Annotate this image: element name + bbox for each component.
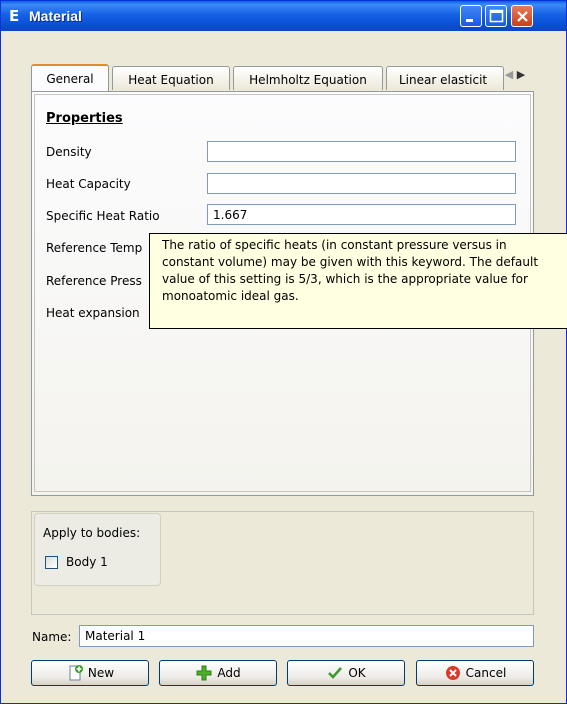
tab-helmholtz-equation-label: Helmholtz Equation — [249, 73, 367, 87]
tab-heat-equation-label: Heat Equation — [128, 73, 214, 87]
apply-to-bodies-label: Apply to bodies: — [43, 526, 141, 540]
tab-linear-elasticity[interactable]: Linear elasticit — [386, 66, 504, 90]
minimize-icon — [466, 19, 473, 22]
specific-heat-ratio-field[interactable]: 1.667 — [207, 204, 516, 225]
material-window: E Material General Heat Equation Helmhol… — [0, 0, 567, 704]
name-label: Name: — [32, 630, 72, 644]
minimize-button[interactable] — [460, 5, 482, 27]
tooltip-line: The ratio of specific heats (in constant… — [162, 238, 507, 252]
tab-heat-equation[interactable]: Heat Equation — [112, 66, 230, 90]
title-bar[interactable]: E Material — [1, 1, 566, 31]
add-button[interactable]: Add — [159, 660, 277, 686]
maximize-icon — [489, 9, 504, 23]
tooltip-line: constant volume) may be given with this … — [162, 255, 539, 269]
heat-capacity-field[interactable] — [207, 173, 516, 194]
cancel-button[interactable]: Cancel — [416, 660, 534, 686]
new-button-label: New — [87, 666, 115, 680]
specific-heat-ratio-label: Specific Heat Ratio — [46, 209, 160, 223]
apply-to-bodies-box — [34, 513, 161, 586]
tab-general-label: General — [46, 72, 94, 86]
reference-temperature-label: Reference Temp — [46, 241, 143, 255]
new-document-icon — [69, 665, 83, 681]
tab-scroll-buttons: ◀ ▶ — [503, 68, 529, 86]
new-button[interactable]: New — [31, 660, 149, 686]
body-1-checkbox[interactable] — [45, 556, 58, 569]
reference-pressure-label: Reference Press — [46, 274, 142, 288]
density-field[interactable] — [207, 141, 516, 162]
density-label: Density — [46, 145, 92, 159]
app-icon: E — [9, 7, 20, 25]
close-icon — [517, 11, 528, 22]
close-button[interactable] — [511, 5, 533, 27]
tab-general[interactable]: General — [31, 64, 109, 91]
cancel-button-label: Cancel — [465, 666, 507, 680]
tab-scroll-right-icon[interactable]: ▶ — [515, 68, 527, 81]
heat-capacity-label: Heat Capacity — [46, 177, 131, 191]
maximize-button[interactable] — [485, 5, 507, 27]
properties-heading: Properties — [46, 111, 123, 126]
cancel-icon — [445, 666, 460, 680]
ok-button-label: OK — [348, 666, 366, 680]
tab-scroll-left-icon[interactable]: ◀ — [503, 68, 515, 81]
tooltip: The ratio of specific heats (in constant… — [149, 233, 567, 329]
name-field[interactable]: Material 1 — [79, 625, 534, 647]
ok-button[interactable]: OK — [287, 660, 405, 686]
heat-expansion-label: Heat expansion — [46, 306, 140, 320]
tab-helmholtz-equation[interactable]: Helmholtz Equation — [233, 66, 383, 90]
body-1-label[interactable]: Body 1 — [66, 555, 108, 569]
window-title: Material — [29, 8, 82, 24]
tooltip-line: value of this setting is 5/3, which is t… — [162, 272, 528, 286]
add-button-label: Add — [217, 666, 241, 680]
tooltip-line: monoatomic ideal gas. — [162, 289, 299, 303]
tab-linear-elasticity-label: Linear elasticit — [399, 73, 488, 87]
add-icon — [196, 665, 212, 681]
checkmark-icon — [328, 667, 343, 679]
